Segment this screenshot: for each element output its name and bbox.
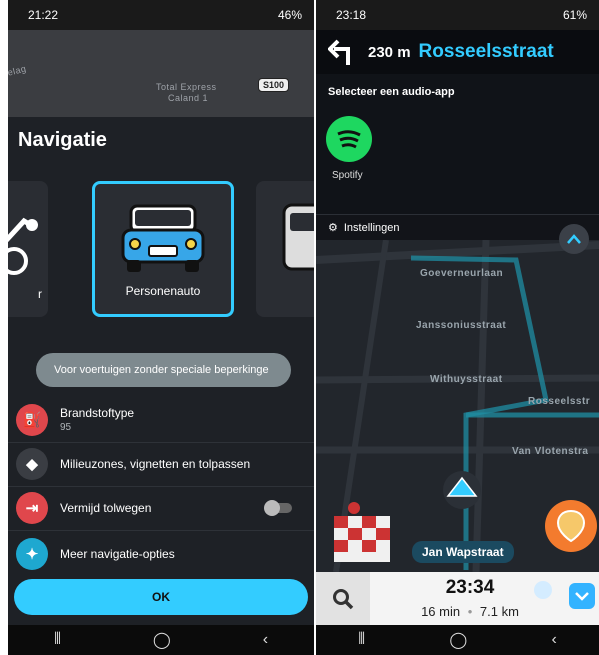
trip-summary: 16 min • 7.1 km [370,604,570,619]
map-label: Total Express [156,82,217,92]
vehicle-position-icon [443,471,481,509]
toll-icon: ⇥ [16,491,48,524]
battery-level: 61% [562,8,587,22]
turn-street: Rosseelsstraat [418,41,554,62]
collapse-button[interactable] [559,224,589,254]
turn-left-icon [328,39,350,65]
audio-icon[interactable] [534,581,552,599]
checkered-marker-icon [334,502,390,562]
vehicle-card-car[interactable]: Personenauto [92,181,234,317]
fuel-icon: ⛽ [16,403,48,436]
status-time: 23:18 [336,8,367,22]
back-icon[interactable]: ‹ [552,631,557,649]
taxi-icon [282,203,314,271]
diamond-icon: ◆ [16,447,48,480]
chevron-down-icon [575,592,589,601]
option-label: Meer navigatie-opties [60,547,175,561]
navigation-sheet: Navigatie r Personenauto Voor voertuigen… [8,117,314,625]
system-nav-bar: ⦀ ◯ ‹ [8,625,314,655]
gear-icon: ⚙ [328,222,338,234]
settings-label: Instellingen [343,221,400,234]
left-screen: 21:22 46% relag Total Express Caland 1 S… [8,0,314,655]
vehicle-card-prev[interactable]: r [8,181,48,317]
trip-duration: 16 min [421,604,461,619]
more-options[interactable]: ✦ Meer navigatie-opties [8,531,314,577]
separator-dot: • [467,604,473,619]
system-nav-bar: ⦀ ◯ ‹ [316,625,599,655]
zones-option[interactable]: ◆ Milieuzones, vignetten en tolpassen [8,441,314,487]
street-label: Van Vlotenstra [512,446,589,457]
spotify-button[interactable] [326,116,372,162]
car-icon [121,204,205,272]
vehicle-label-car: Personenauto [125,284,201,298]
avoid-tolls-option[interactable]: ⇥ Vermijd tolwegen [8,485,314,531]
vehicle-tooltip: Voor voertuigen zonder speciale beperkin… [36,353,291,387]
turn-instruction[interactable]: 230 m Rosseelsstraat [316,30,599,74]
sheet-title: Navigatie [18,129,107,151]
settings-row[interactable]: ⚙ Instellingen [316,214,599,240]
right-screen: 23:18 61% 230 m Rosseelsstraat Selecteer… [316,0,599,655]
map-label: relag [8,63,28,79]
spotify-label: Spotify [332,170,363,181]
street-label: Rosseelsstr [528,396,591,407]
report-button[interactable] [545,500,597,552]
vehicle-label-prev: r [38,287,42,301]
street-label: Withuysstraat [430,374,503,385]
turn-distance: 230 m [368,43,411,61]
status-bar: 23:18 61% [316,0,599,30]
street-label: Janssoniusstraat [416,320,507,331]
expand-button[interactable] [569,583,595,609]
recents-icon[interactable]: ⦀ [54,631,61,649]
fuel-type-option[interactable]: ⛽ Brandstoftype 95 [8,397,314,443]
back-icon[interactable]: ‹ [263,631,268,649]
search-icon [333,588,354,609]
star-icon: ✦ [16,538,48,570]
vehicle-card-next[interactable] [256,181,314,317]
audio-app-panel: Selecteer een audio-app Spotify [316,74,599,214]
eta-bar[interactable]: 23:34 16 min • 7.1 km [316,572,599,625]
recents-icon[interactable]: ⦀ [358,631,365,649]
battery-level: 46% [277,8,302,22]
road-number-sign: S100 [258,78,290,92]
option-label: Milieuzones, vignetten en tolpassen [60,456,251,471]
option-sub: 95 [60,422,72,433]
current-street-badge: Jan Wapstraat [412,541,514,563]
map-background[interactable]: relag Total Express Caland 1 S100 [8,30,314,120]
chevron-up-icon [567,234,581,244]
map-label: Caland 1 [168,93,209,103]
street-label: Goeverneurlaan [420,268,504,279]
home-icon[interactable]: ◯ [153,630,171,650]
option-label: Vermijd tolwegen [60,500,152,515]
report-icon [556,509,586,543]
search-button[interactable] [316,572,370,625]
option-label: Brandstoftype [60,406,135,420]
home-icon[interactable]: ◯ [449,630,467,650]
audio-panel-title: Selecteer een audio-app [328,86,455,98]
status-time: 21:22 [28,8,59,22]
avoid-tolls-toggle[interactable] [264,499,292,516]
spotify-icon [337,130,361,149]
ok-button[interactable]: OK [14,579,308,615]
status-bar: 21:22 46% [8,0,314,30]
trip-distance: 7.1 km [479,604,519,619]
